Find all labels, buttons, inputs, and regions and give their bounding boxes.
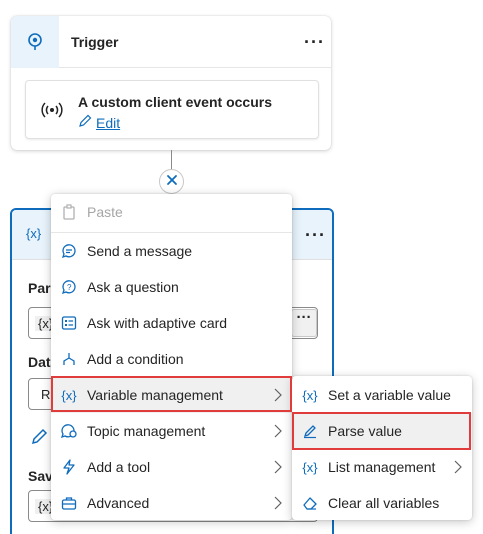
node-connector-line: [171, 150, 172, 170]
parse-field-more-button[interactable]: ···: [291, 309, 317, 337]
svg-text:?: ?: [67, 283, 72, 292]
submenu-item-set-a-variable-value[interactable]: {x} Set a variable value: [292, 377, 472, 413]
submenu-item-label: Parse value: [328, 423, 402, 439]
submenu-item-clear-all-variables[interactable]: Clear all variables: [292, 485, 472, 521]
edit-link-label: Edit: [96, 114, 121, 131]
chevron-right-icon: [274, 388, 282, 405]
menu-item-label: Ask a question: [87, 279, 179, 295]
variable-icon: {x}: [26, 226, 42, 241]
menu-item-send-a-message[interactable]: Send a message: [51, 233, 292, 269]
variable-management-submenu: {x} Set a variable value Parse value {x}…: [292, 376, 472, 520]
chat-bubble-icon: [51, 243, 87, 259]
broadcast-icon: [41, 100, 63, 125]
menu-item-paste: Paste: [51, 194, 292, 230]
trigger-node-header: Trigger ···: [11, 16, 331, 68]
topic-gear-icon: [51, 423, 87, 439]
menu-item-label: Ask with adaptive card: [87, 315, 228, 331]
trigger-title: Trigger: [71, 34, 119, 50]
submenu-item-label: List management: [328, 459, 436, 475]
trigger-event-box[interactable]: A custom client event occurs Edit: [25, 80, 319, 139]
menu-item-topic-management[interactable]: Topic management: [51, 413, 292, 449]
menu-item-label: Add a tool: [87, 459, 151, 475]
eraser-icon: [292, 495, 328, 511]
paste-icon: [51, 204, 87, 220]
trigger-bulb-icon: [11, 16, 59, 68]
menu-item-add-a-tool[interactable]: Add a tool: [51, 449, 292, 485]
parse-icon: [292, 423, 328, 439]
menu-item-label: Add a condition: [87, 351, 184, 367]
edit-link[interactable]: Edit: [78, 114, 120, 131]
adaptive-card-icon: [51, 315, 87, 331]
chevron-right-icon: [274, 424, 282, 441]
chevron-right-icon: [454, 460, 462, 477]
menu-item-add-a-condition[interactable]: Add a condition: [51, 341, 292, 377]
toolbox-icon: [51, 495, 87, 511]
menu-item-advanced[interactable]: Advanced: [51, 485, 292, 521]
menu-item-label: Variable management: [87, 387, 223, 403]
trigger-more-options-button[interactable]: ···: [304, 33, 325, 51]
variable-icon: {x}: [61, 387, 77, 403]
trigger-event-title: A custom client event occurs: [78, 94, 272, 110]
branch-icon: [51, 351, 87, 367]
submenu-item-label: Clear all variables: [328, 495, 440, 511]
variable-node-more-button[interactable]: ···: [305, 226, 326, 244]
variable-icon: {x}: [302, 387, 318, 403]
submenu-item-list-management[interactable]: {x} List management: [292, 449, 472, 485]
menu-item-ask-a-question[interactable]: ? Ask a question: [51, 269, 292, 305]
question-bubble-icon: ?: [51, 279, 87, 295]
submenu-item-label: Set a variable value: [328, 387, 451, 403]
submenu-item-parse-value[interactable]: Parse value: [292, 413, 472, 449]
chevron-right-icon: [274, 496, 282, 513]
close-add-node-button[interactable]: [159, 169, 184, 194]
menu-item-variable-management[interactable]: {x} Variable management: [51, 377, 292, 413]
menu-item-label: Advanced: [87, 495, 150, 511]
pencil-icon: [78, 114, 92, 131]
chevron-right-icon: [274, 460, 282, 477]
add-node-context-menu: Paste Send a message ? Ask a question As…: [51, 194, 292, 520]
variable-icon: {x}: [302, 459, 318, 475]
close-icon: [166, 173, 178, 191]
menu-item-ask-with-adaptive-card[interactable]: Ask with adaptive card: [51, 305, 292, 341]
pencil-icon[interactable]: [30, 428, 48, 451]
menu-item-label: Topic management: [87, 423, 206, 439]
menu-item-label: Paste: [87, 204, 123, 220]
lightning-icon: [51, 459, 87, 475]
menu-item-label: Send a message: [87, 243, 193, 259]
trigger-node-card[interactable]: Trigger ··· A custom client event occurs…: [11, 16, 331, 150]
